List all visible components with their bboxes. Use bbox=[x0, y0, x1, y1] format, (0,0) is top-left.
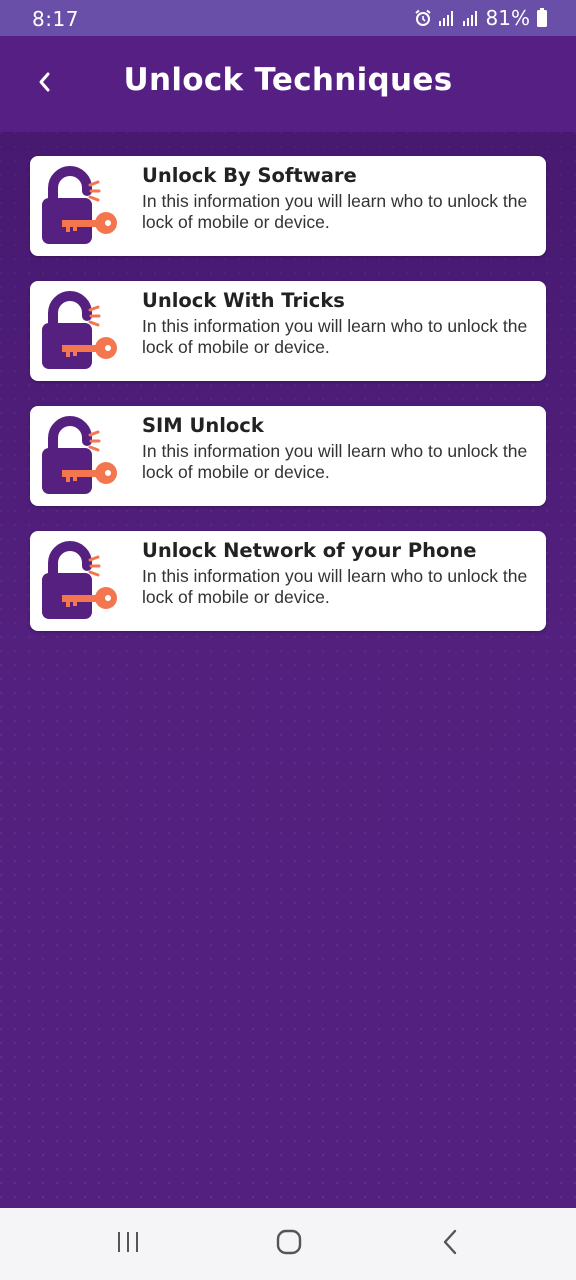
status-icons: 81% bbox=[414, 6, 548, 30]
status-time: 8:17 bbox=[32, 7, 79, 31]
battery-icon bbox=[536, 8, 548, 28]
list-item-title: Unlock By Software bbox=[142, 164, 357, 187]
padlock-key-icon bbox=[40, 291, 122, 371]
list-item[interactable]: Unlock Network of your Phone In this inf… bbox=[30, 531, 546, 631]
list-item-title: Unlock With Tricks bbox=[142, 289, 345, 312]
list-item-description: In this information you will learn who t… bbox=[142, 191, 528, 232]
list-item-description: In this information you will learn who t… bbox=[142, 566, 528, 607]
list-item-description: In this information you will learn who t… bbox=[142, 316, 528, 357]
app-bar: Unlock Techniques bbox=[0, 36, 576, 132]
list-item[interactable]: SIM Unlock In this information you will … bbox=[30, 406, 546, 506]
list-item[interactable]: Unlock With Tricks In this information y… bbox=[30, 281, 546, 381]
nav-back-button[interactable] bbox=[421, 1222, 481, 1266]
system-nav-bar bbox=[0, 1208, 576, 1280]
list-item-title: SIM Unlock bbox=[142, 414, 264, 437]
page-title: Unlock Techniques bbox=[123, 62, 453, 98]
alarm-icon bbox=[414, 9, 432, 27]
list-item-text: Unlock Network of your Phone In this inf… bbox=[142, 539, 542, 608]
list-item-title: Unlock Network of your Phone bbox=[142, 539, 477, 562]
recents-icon bbox=[115, 1230, 141, 1259]
list-item-text: Unlock By Software In this information y… bbox=[142, 164, 542, 233]
padlock-key-icon bbox=[40, 416, 122, 496]
padlock-key-icon bbox=[40, 541, 122, 621]
content-area: Unlock By Software In this information y… bbox=[0, 132, 576, 1208]
battery-percent: 81% bbox=[485, 6, 530, 30]
list-item[interactable]: Unlock By Software In this information y… bbox=[30, 156, 546, 256]
signal-icon bbox=[462, 9, 480, 27]
list-item-text: Unlock With Tricks In this information y… bbox=[142, 289, 542, 358]
recents-button[interactable] bbox=[98, 1222, 158, 1266]
back-icon bbox=[441, 1228, 461, 1261]
list-item-text: SIM Unlock In this information you will … bbox=[142, 414, 542, 483]
technique-list: Unlock By Software In this information y… bbox=[30, 156, 546, 656]
home-icon bbox=[275, 1228, 303, 1261]
list-item-description: In this information you will learn who t… bbox=[142, 441, 528, 482]
status-bar: 8:17 81% bbox=[0, 0, 576, 36]
home-button[interactable] bbox=[259, 1222, 319, 1266]
padlock-key-icon bbox=[40, 166, 122, 246]
signal-icon bbox=[438, 9, 456, 27]
